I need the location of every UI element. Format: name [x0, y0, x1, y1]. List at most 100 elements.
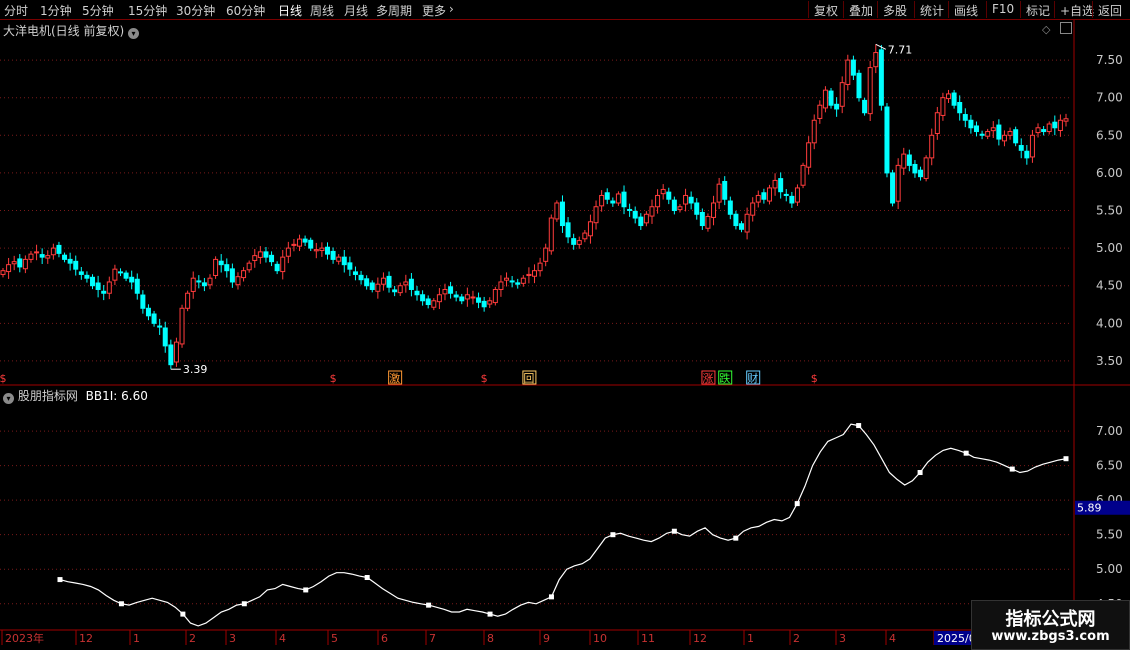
candle-body	[380, 277, 386, 285]
candle-body	[660, 188, 666, 195]
watermark-url: www.zbgs3.com	[991, 629, 1110, 644]
candle-body	[806, 142, 812, 168]
candle-body	[1018, 145, 1024, 151]
candle-body	[319, 247, 325, 252]
candle-body	[515, 282, 521, 285]
diamond-icon[interactable]: ◇	[1042, 23, 1050, 36]
candle-body	[11, 261, 17, 265]
candle-body	[246, 262, 252, 271]
time-axis-label: 6	[381, 632, 388, 645]
candle-body	[229, 268, 235, 283]
candle-body	[526, 273, 532, 276]
candle-body	[811, 119, 817, 144]
candle-body	[615, 193, 621, 204]
candle-body	[464, 294, 470, 300]
candle-body	[252, 255, 258, 261]
candle-body	[554, 202, 560, 220]
candle-body	[129, 276, 135, 283]
time-axis-label: 3	[839, 632, 846, 645]
candle-body	[828, 90, 834, 106]
candle-body	[716, 183, 722, 203]
candle-body	[649, 206, 655, 217]
candle-body	[140, 294, 146, 309]
candle-body	[638, 216, 644, 227]
candle-body	[571, 238, 577, 245]
high-price-label: 7.71	[888, 43, 913, 56]
candle-body	[683, 194, 689, 205]
candle-body	[979, 133, 985, 136]
candle-body	[599, 194, 605, 207]
main-y-tick-label: 7.00	[1096, 91, 1123, 105]
indicator-marker	[487, 611, 493, 617]
indicator-marker	[856, 423, 862, 429]
candle-body	[487, 300, 493, 305]
candle-body	[397, 285, 403, 294]
candle-body	[168, 344, 174, 366]
candle-body	[106, 281, 112, 294]
candle-body	[968, 119, 974, 129]
candle-body	[224, 264, 230, 272]
candle-body	[800, 164, 806, 186]
candle-body	[375, 283, 381, 292]
candle-body	[739, 223, 745, 230]
candle-body	[878, 49, 884, 106]
signal-label: $	[481, 372, 488, 385]
pane-tools: ◇	[1042, 22, 1073, 36]
candle-body	[17, 258, 23, 268]
candle-body	[408, 278, 414, 290]
indicator-series-label: BB1I: 6.60	[85, 389, 148, 403]
candle-body	[565, 222, 571, 238]
candle-body	[794, 187, 800, 203]
candle-body	[962, 114, 968, 121]
candle-body	[39, 254, 45, 258]
candle-body	[643, 213, 649, 224]
candle-body	[78, 271, 84, 275]
candle-body	[1001, 134, 1007, 142]
candle-body	[95, 282, 101, 290]
candle-body	[733, 213, 739, 227]
indicator-y-tick-label: 5.00	[1096, 562, 1123, 576]
candle-body	[604, 192, 610, 200]
main-y-tick-label: 4.50	[1096, 279, 1123, 293]
candle-body	[621, 191, 627, 208]
candle-body	[414, 290, 420, 296]
candle-body	[492, 288, 498, 304]
candle-body	[912, 163, 918, 174]
candle-body	[755, 194, 761, 203]
candle-body	[386, 275, 392, 288]
candle-body	[1046, 123, 1052, 133]
chevron-down-icon[interactable]: ▾	[3, 393, 14, 404]
candle-body	[84, 274, 90, 279]
candle-body	[62, 254, 68, 260]
candle-body	[1052, 121, 1058, 129]
time-axis-label: 4	[279, 632, 286, 645]
time-axis-label: 4	[889, 632, 896, 645]
candle-body	[593, 206, 599, 224]
candle-body	[73, 260, 79, 270]
candle-body	[448, 286, 454, 294]
candle-body	[548, 217, 554, 252]
time-axis-label: 12	[693, 632, 707, 645]
watermark: 指标公式网 www.zbgs3.com	[971, 600, 1130, 650]
candle-body	[727, 200, 733, 215]
candle-body	[537, 262, 543, 272]
indicator-marker	[426, 602, 432, 608]
time-axis-label: 5	[331, 632, 338, 645]
candle-body	[179, 307, 185, 345]
candle-body	[509, 280, 515, 283]
chart-canvas: 3.504.004.505.005.506.006.507.007.504.50…	[0, 20, 1130, 650]
candle-body	[459, 296, 465, 302]
candle-body	[90, 276, 96, 287]
candle-body	[722, 180, 728, 200]
candle-body	[50, 247, 56, 256]
candle-body	[1063, 118, 1069, 122]
candle-body	[358, 274, 364, 281]
candle-body	[845, 59, 851, 85]
window-toggle-icon[interactable]	[1060, 22, 1073, 34]
candle-body	[850, 59, 856, 76]
candle-body	[996, 124, 1002, 140]
time-axis-label: 3	[229, 632, 236, 645]
chevron-down-icon[interactable]: ▾	[128, 28, 140, 39]
candle-body	[201, 282, 207, 287]
watermark-title: 指标公式网	[1005, 609, 1096, 630]
